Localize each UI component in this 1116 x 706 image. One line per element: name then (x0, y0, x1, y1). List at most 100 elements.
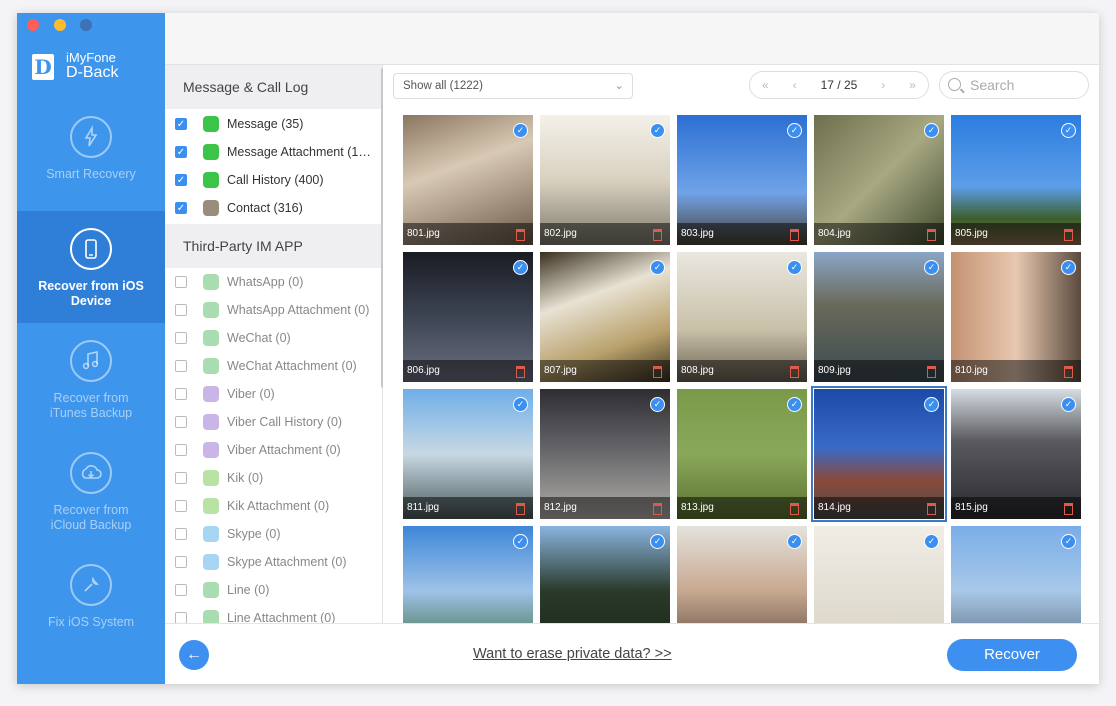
photo-thumbnail[interactable]: ✓ 814.jpg (811, 386, 947, 522)
checkbox[interactable]: ✓ (175, 202, 187, 214)
check-icon[interactable]: ✓ (513, 397, 528, 412)
filter-dropdown[interactable]: Show all (1222) ⌄ (393, 73, 633, 99)
trash-icon[interactable] (790, 366, 799, 378)
category-whatsapp-attachment[interactable]: WhatsApp Attachment (0) (165, 296, 382, 324)
nav-recover-icloud[interactable]: Recover from iCloud Backup (17, 435, 165, 547)
trash-icon[interactable] (790, 229, 799, 241)
trash-icon[interactable] (927, 229, 936, 241)
check-icon[interactable]: ✓ (650, 123, 665, 138)
category-skype[interactable]: Skype (0) (165, 520, 382, 548)
checkbox[interactable]: ✓ (175, 146, 187, 158)
category-wechat-attachment[interactable]: WeChat Attachment (0) (165, 352, 382, 380)
checkbox[interactable] (175, 332, 187, 344)
category-skype-attachment[interactable]: Skype Attachment (0) (165, 548, 382, 576)
check-icon[interactable]: ✓ (787, 534, 802, 549)
photo-thumbnail[interactable]: ✓820.jpg (951, 526, 1081, 623)
check-icon[interactable]: ✓ (513, 123, 528, 138)
checkbox[interactable] (175, 444, 187, 456)
trash-icon[interactable] (927, 366, 936, 378)
next-page-icon[interactable]: › (881, 78, 885, 92)
photo-thumbnail[interactable]: ✓ 804.jpg (814, 115, 944, 245)
check-icon[interactable]: ✓ (1061, 123, 1076, 138)
checkbox[interactable] (175, 584, 187, 596)
category-line-attachment[interactable]: Line Attachment (0) (165, 604, 382, 623)
checkbox[interactable] (175, 304, 187, 316)
check-icon[interactable]: ✓ (787, 123, 802, 138)
checkbox[interactable] (175, 612, 187, 623)
check-icon[interactable]: ✓ (924, 123, 939, 138)
category-wechat[interactable]: WeChat (0) (165, 324, 382, 352)
category-viber-attachment[interactable]: Viber Attachment (0) (165, 436, 382, 464)
trash-icon[interactable] (1064, 229, 1073, 241)
check-icon[interactable]: ✓ (924, 397, 939, 412)
nav-recover-itunes[interactable]: Recover from iTunes Backup (17, 323, 165, 435)
checkbox[interactable] (175, 556, 187, 568)
photo-thumbnail[interactable]: ✓ 810.jpg (951, 252, 1081, 382)
checkbox[interactable] (175, 472, 187, 484)
search-input[interactable]: Search (939, 71, 1089, 99)
recover-button[interactable]: Recover (947, 639, 1077, 671)
prev-page-icon[interactable]: ‹ (793, 78, 797, 92)
photo-thumbnail[interactable]: ✓ 801.jpg (403, 115, 533, 245)
back-button[interactable]: ← (179, 640, 209, 670)
first-page-icon[interactable]: « (762, 78, 769, 92)
last-page-icon[interactable]: » (909, 78, 916, 92)
photo-thumbnail[interactable]: ✓ 813.jpg (677, 389, 807, 519)
photo-thumbnail[interactable]: ✓ 802.jpg (540, 115, 670, 245)
photo-thumbnail[interactable]: ✓ 805.jpg (951, 115, 1081, 245)
photo-thumbnail[interactable]: ✓ 811.jpg (403, 389, 533, 519)
check-icon[interactable]: ✓ (513, 534, 528, 549)
category-viber-call-history[interactable]: Viber Call History (0) (165, 408, 382, 436)
check-icon[interactable]: ✓ (1061, 534, 1076, 549)
photo-thumbnail[interactable]: ✓ 806.jpg (403, 252, 533, 382)
category-kik-attachment[interactable]: Kik Attachment (0) (165, 492, 382, 520)
trash-icon[interactable] (653, 366, 662, 378)
checkbox[interactable] (175, 388, 187, 400)
check-icon[interactable]: ✓ (787, 260, 802, 275)
check-icon[interactable]: ✓ (787, 397, 802, 412)
trash-icon[interactable] (1064, 366, 1073, 378)
category-viber[interactable]: Viber (0) (165, 380, 382, 408)
photo-thumbnail[interactable]: ✓ 807.jpg (540, 252, 670, 382)
checkbox[interactable] (175, 360, 187, 372)
photo-thumbnail[interactable]: ✓ 808.jpg (677, 252, 807, 382)
erase-private-data-link[interactable]: Want to erase private data? >> (473, 646, 672, 662)
category-line[interactable]: Line (0) (165, 576, 382, 604)
nav-smart-recovery[interactable]: Smart Recovery (17, 99, 165, 211)
check-icon[interactable]: ✓ (924, 534, 939, 549)
category-contact[interactable]: ✓ Contact (316) (165, 194, 382, 222)
trash-icon[interactable] (790, 503, 799, 515)
photo-thumbnail[interactable]: ✓ 815.jpg (951, 389, 1081, 519)
trash-icon[interactable] (653, 229, 662, 241)
check-icon[interactable]: ✓ (650, 260, 665, 275)
photo-thumbnail[interactable]: ✓816.jpg (403, 526, 533, 623)
photo-thumbnail[interactable]: ✓817.jpg (540, 526, 670, 623)
nav-fix-ios-system[interactable]: Fix iOS System (17, 547, 165, 659)
check-icon[interactable]: ✓ (513, 260, 528, 275)
photo-thumbnail[interactable]: ✓ 812.jpg (540, 389, 670, 519)
check-icon[interactable]: ✓ (1061, 260, 1076, 275)
checkbox[interactable]: ✓ (175, 174, 187, 186)
checkbox[interactable] (175, 416, 187, 428)
checkbox[interactable] (175, 500, 187, 512)
checkbox[interactable] (175, 276, 187, 288)
category-message-attachment[interactable]: ✓ Message Attachment (1… (165, 138, 382, 166)
trash-icon[interactable] (516, 229, 525, 241)
photo-thumbnail[interactable]: ✓819.jpg (814, 526, 944, 623)
category-kik[interactable]: Kik (0) (165, 464, 382, 492)
check-icon[interactable]: ✓ (650, 397, 665, 412)
checkbox[interactable] (175, 528, 187, 540)
nav-recover-ios-device[interactable]: Recover from iOS Device (17, 211, 165, 323)
trash-icon[interactable] (516, 503, 525, 515)
photo-thumbnail[interactable]: ✓818.jpg (677, 526, 807, 623)
category-whatsapp[interactable]: WhatsApp (0) (165, 268, 382, 296)
category-call-history[interactable]: ✓ Call History (400) (165, 166, 382, 194)
check-icon[interactable]: ✓ (650, 534, 665, 549)
check-icon[interactable]: ✓ (1061, 397, 1076, 412)
trash-icon[interactable] (1064, 503, 1073, 515)
checkbox[interactable]: ✓ (175, 118, 187, 130)
photo-thumbnail[interactable]: ✓ 803.jpg (677, 115, 807, 245)
check-icon[interactable]: ✓ (924, 260, 939, 275)
trash-icon[interactable] (927, 503, 936, 515)
trash-icon[interactable] (516, 366, 525, 378)
